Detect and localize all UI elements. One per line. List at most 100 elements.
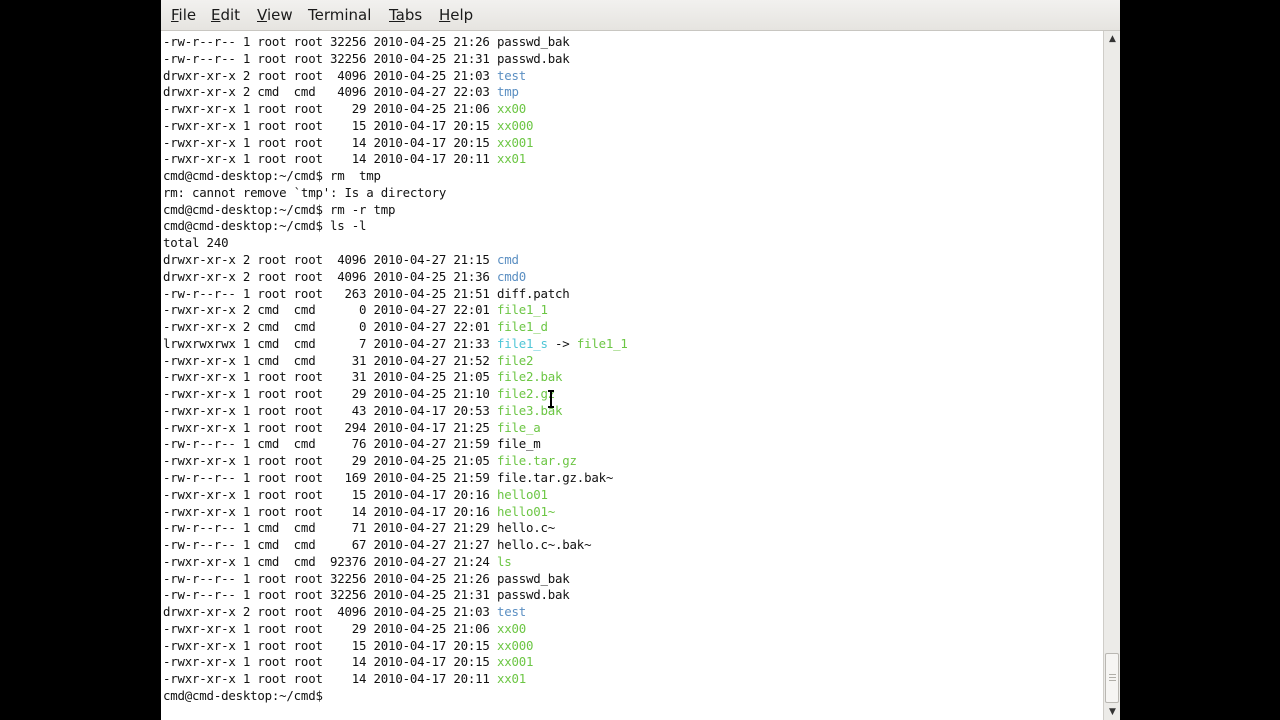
- scrollbar-thumb[interactable]: [1105, 653, 1119, 703]
- line-text: -rw-r--r-- 1 root root 169 2010-04-25 21…: [163, 470, 497, 486]
- terminal-line: cmd@cmd-desktop:~/cmd$ rm -r tmp: [163, 201, 396, 218]
- file-name: xx00: [496, 101, 526, 117]
- terminal-line: -rwxr-xr-x 1 root root 14 2010-04-17 20:…: [163, 503, 555, 520]
- line-text: -rwxr-xr-x 1 root root 294 2010-04-17 21…: [163, 419, 497, 435]
- up-arrow-icon[interactable]: ▲: [1104, 31, 1120, 47]
- line-text: drwxr-xr-x 2 root root 4096 2010-04-25 2…: [163, 604, 497, 620]
- file-name: xx01: [496, 671, 526, 687]
- file-name: file2.bak: [496, 369, 563, 385]
- line-text: -rwxr-xr-x 1 root root 14 2010-04-17 20:…: [163, 671, 497, 687]
- line-text: -rwxr-xr-x 1 root root 14 2010-04-17 20:…: [163, 151, 497, 167]
- menu-terminal[interactable]: Terminal: [308, 6, 371, 24]
- terminal-line: rm: cannot remove `tmp': Is a directory: [163, 184, 446, 201]
- menu-edit[interactable]: Edit: [211, 6, 240, 24]
- menu-file[interactable]: File: [171, 6, 196, 24]
- terminal-line: -rwxr-xr-x 1 root root 15 2010-04-17 20:…: [163, 486, 548, 503]
- menu-view[interactable]: View: [257, 6, 293, 24]
- line-text: -rwxr-xr-x 1 cmd cmd 92376 2010-04-27 21…: [163, 553, 497, 569]
- terminal-line: drwxr-xr-x 2 root root 4096 2010-04-25 2…: [163, 268, 526, 285]
- file-name: file_m: [496, 436, 541, 452]
- file-name: file.tar.gz.bak~: [496, 470, 614, 486]
- line-text: cmd@cmd-desktop:~/cmd$ rm tmp: [163, 168, 381, 184]
- file-name: hello01~: [496, 503, 556, 519]
- terminal-line: -rwxr-xr-x 2 cmd cmd 0 2010-04-27 22:01 …: [163, 301, 548, 318]
- terminal-output[interactable]: -rw-r--r-- 1 root root 32256 2010-04-25 …: [163, 31, 1101, 720]
- terminal-line: -rwxr-xr-x 1 root root 14 2010-04-17 20:…: [163, 150, 526, 167]
- terminal-line: lrwxrwxrwx 1 cmd cmd 7 2010-04-27 21:33 …: [163, 335, 628, 352]
- file-name: xx01: [496, 151, 526, 167]
- terminal-line: -rwxr-xr-x 1 root root 14 2010-04-17 20:…: [163, 670, 526, 687]
- line-text: -rwxr-xr-x 1 root root 29 2010-04-25 21:…: [163, 620, 497, 636]
- menu-help[interactable]: Help: [439, 6, 473, 24]
- line-text: drwxr-xr-x 2 root root 4096 2010-04-25 2…: [163, 268, 497, 284]
- menu-tabs-rest: bs: [404, 6, 423, 24]
- menu-file-rest: ile: [178, 6, 197, 24]
- terminal-line: -rw-r--r-- 1 root root 169 2010-04-25 21…: [163, 469, 613, 486]
- line-text: -rwxr-xr-x 1 root root 15 2010-04-17 20:…: [163, 117, 497, 133]
- terminal-line: -rwxr-xr-x 1 root root 29 2010-04-25 21:…: [163, 620, 526, 637]
- file-name: xx00: [496, 620, 526, 636]
- menu-tabs[interactable]: Tabs: [389, 6, 422, 24]
- text-cursor-icon: [548, 390, 554, 408]
- terminal-line: -rwxr-xr-x 1 root root 14 2010-04-17 20:…: [163, 134, 533, 151]
- terminal-line: -rwxr-xr-x 1 root root 15 2010-04-17 20:…: [163, 117, 533, 134]
- menubar: File Edit View Terminal Tabs Help: [161, 0, 1120, 31]
- file-name: file1_s: [496, 335, 548, 351]
- terminal-line: -rw-r--r-- 1 cmd cmd 67 2010-04-27 21:27…: [163, 536, 592, 553]
- file-name: xx000: [496, 637, 534, 653]
- line-text: -rwxr-xr-x 1 root root 15 2010-04-17 20:…: [163, 486, 497, 502]
- line-text: -rwxr-xr-x 1 root root 29 2010-04-25 21:…: [163, 453, 497, 469]
- file-name: passwd.bak: [496, 50, 570, 66]
- file-name: xx001: [496, 134, 534, 150]
- down-arrow-icon[interactable]: ▼: [1104, 704, 1120, 720]
- line-text: drwxr-xr-x 2 root root 4096 2010-04-25 2…: [163, 67, 497, 83]
- file-name: passwd.bak: [496, 587, 570, 603]
- menu-help-rest: elp: [450, 6, 474, 24]
- line-text: -rw-r--r-- 1 root root 32256 2010-04-25 …: [163, 50, 497, 66]
- line-text: -rw-r--r-- 1 cmd cmd 76 2010-04-27 21:59: [163, 436, 497, 452]
- file-name: tmp: [496, 84, 519, 100]
- line-text: cmd@cmd-desktop:~/cmd$: [163, 688, 330, 704]
- terminal-line: -rw-r--r-- 1 root root 32256 2010-04-25 …: [163, 586, 570, 603]
- file-name: cmd0: [496, 268, 526, 284]
- file-name: passwd_bak: [496, 570, 570, 586]
- line-text: drwxr-xr-x 2 root root 4096 2010-04-27 2…: [163, 252, 497, 267]
- file-name: cmd: [496, 252, 519, 267]
- file-name: hello.c~: [496, 520, 556, 536]
- line-text: -rw-r--r-- 1 root root 32256 2010-04-25 …: [163, 34, 497, 49]
- terminal-line: -rw-r--r-- 1 root root 32256 2010-04-25 …: [163, 50, 570, 67]
- vertical-scrollbar[interactable]: ▲ ▼: [1103, 31, 1120, 720]
- line-text: -rw-r--r-- 1 cmd cmd 67 2010-04-27 21:27: [163, 537, 497, 553]
- menu-tabs-mnemonic: Ta: [389, 6, 405, 24]
- terminal-line: -rw-r--r-- 1 root root 32256 2010-04-25 …: [163, 33, 570, 50]
- file-name: hello.c~.bak~: [496, 537, 592, 553]
- terminal-line: -rwxr-xr-x 2 cmd cmd 0 2010-04-27 22:01 …: [163, 318, 548, 335]
- terminal-line: -rw-r--r-- 1 cmd cmd 76 2010-04-27 21:59…: [163, 435, 541, 452]
- terminal-line: -rwxr-xr-x 1 root root 31 2010-04-25 21:…: [163, 368, 562, 385]
- terminal-line: drwxr-xr-x 2 root root 4096 2010-04-27 2…: [163, 251, 519, 268]
- line-text: -rwxr-xr-x 1 root root 29 2010-04-25 21:…: [163, 386, 497, 402]
- line-text: lrwxrwxrwx 1 cmd cmd 7 2010-04-27 21:33: [163, 335, 497, 351]
- line-text: -rw-r--r-- 1 root root 32256 2010-04-25 …: [163, 587, 497, 603]
- terminal-line: -rwxr-xr-x 1 root root 43 2010-04-17 20:…: [163, 402, 562, 419]
- link-target: file1_1: [576, 335, 628, 351]
- file-name: diff.patch: [496, 285, 570, 301]
- terminal-line: -rwxr-xr-x 1 root root 29 2010-04-25 21:…: [163, 100, 526, 117]
- file-name: test: [496, 604, 526, 620]
- line-text: -rwxr-xr-x 2 cmd cmd 0 2010-04-27 22:01: [163, 319, 497, 335]
- menu-edit-rest: dit: [220, 6, 241, 24]
- file-name: file_a: [496, 419, 541, 435]
- line-text: -rw-r--r-- 1 cmd cmd 71 2010-04-27 21:29: [163, 520, 497, 536]
- line-text: -rwxr-xr-x 1 root root 15 2010-04-17 20:…: [163, 637, 497, 653]
- terminal-window: File Edit View Terminal Tabs Help -rw-r-…: [161, 0, 1120, 720]
- line-text: -rwxr-xr-x 1 root root 14 2010-04-17 20:…: [163, 134, 497, 150]
- terminal-line: -rwxr-xr-x 1 root root 294 2010-04-17 21…: [163, 419, 541, 436]
- menu-view-rest: iew: [266, 6, 293, 24]
- file-name: file1_d: [496, 319, 548, 335]
- file-name: file.tar.gz: [496, 453, 577, 469]
- line-text: -rwxr-xr-x 1 cmd cmd 31 2010-04-27 21:52: [163, 352, 497, 368]
- file-name: xx001: [496, 654, 534, 670]
- line-text: -rwxr-xr-x 1 root root 29 2010-04-25 21:…: [163, 101, 497, 117]
- menu-help-mnemonic: H: [439, 6, 451, 24]
- file-name: test: [496, 67, 526, 83]
